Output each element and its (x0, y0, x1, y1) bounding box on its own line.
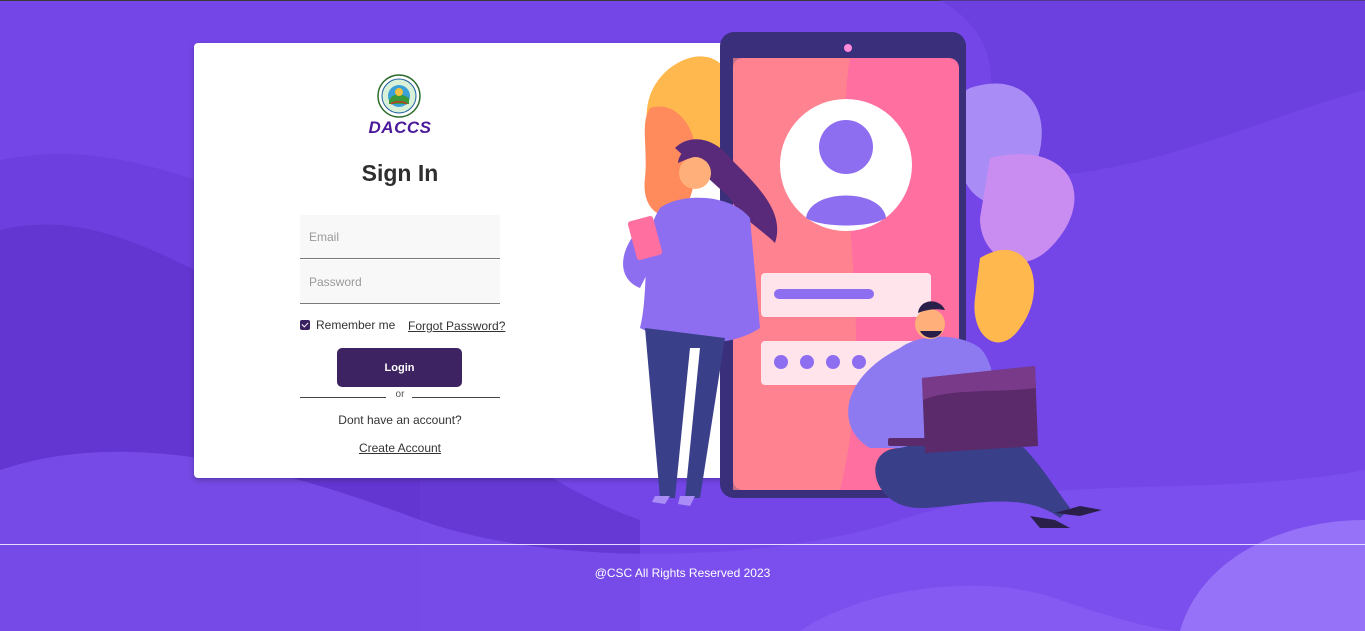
footer-divider (0, 544, 1365, 545)
footer-copyright: @CSC All Rights Reserved 2023 (594, 566, 771, 580)
remember-me-row: Remember me (300, 318, 395, 332)
login-button[interactable]: Login (337, 348, 462, 387)
forgot-password-link[interactable]: Forgot Password? (408, 319, 505, 333)
daccs-seal-logo (377, 74, 421, 118)
brand-name: DACCS (368, 118, 432, 137)
password-field[interactable] (300, 260, 500, 304)
divider-left (300, 397, 386, 398)
remember-me-checkbox[interactable] (300, 320, 310, 330)
remember-me-label: Remember me (316, 318, 396, 332)
page-title: Sign In (361, 160, 439, 186)
email-field[interactable] (300, 215, 500, 259)
divider-right (412, 397, 500, 398)
create-account-link[interactable]: Create Account (300, 441, 500, 455)
no-account-text: Dont have an account? (338, 413, 462, 427)
login-illustration (623, 32, 1102, 528)
or-divider-label: or (395, 389, 405, 400)
